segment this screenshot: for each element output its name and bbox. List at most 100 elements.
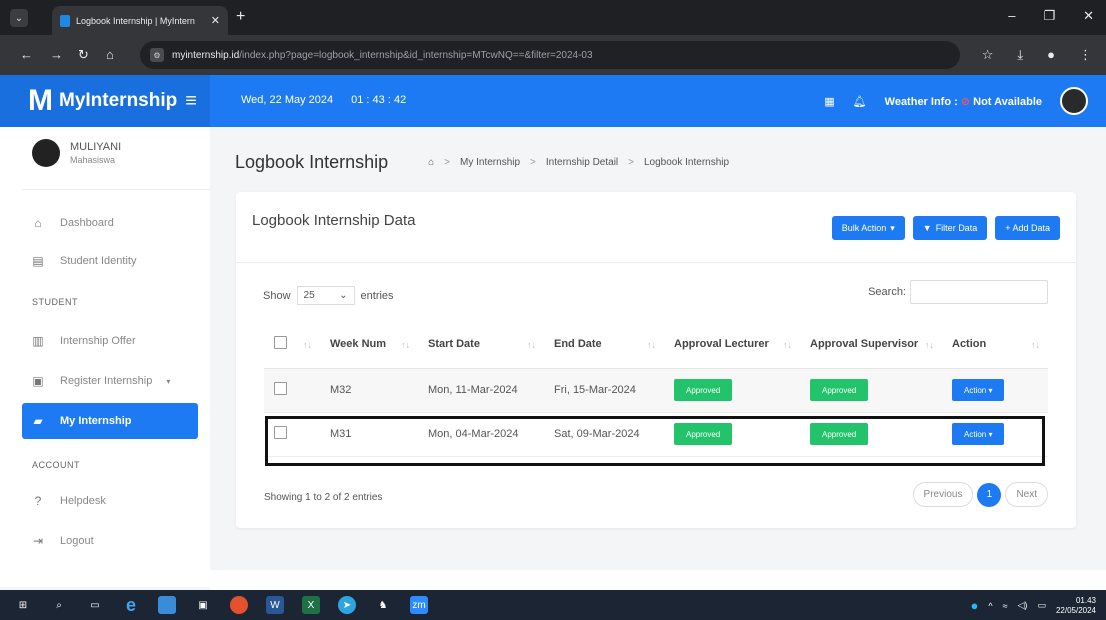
sidebar-item-register-internship[interactable]: ▣ Register Internship ▾ <box>0 363 210 399</box>
sidebar-item-internship-offer[interactable]: ▥ Internship Offer <box>0 323 210 359</box>
tab-search-button[interactable]: ⌄ <box>10 9 28 27</box>
sidebar-item-logout[interactable]: ⇥ Logout <box>0 523 210 559</box>
col-week-num[interactable]: Week Num ↑↓ <box>320 320 418 369</box>
highlight-box <box>265 416 1045 466</box>
not-available-icon: ⊘ <box>960 95 971 108</box>
sidebar: MULIYANI Mahasiswa ⌂ Dashboard ▤ Student… <box>0 127 210 587</box>
calendar-icon[interactable]: ▦ <box>824 95 834 108</box>
app-icon[interactable]: ♞ <box>374 596 392 614</box>
taskbar: ⊞ ⌕ ▭ e ▣ W X ➤ ♞ zm ● ^ ≈ ◁) ▭ 01.43 22… <box>0 590 1106 620</box>
col-approval-supervisor[interactable]: Approval Supervisor ↑↓ <box>800 320 942 369</box>
excel-icon[interactable]: X <box>302 596 320 614</box>
windows-start-icon[interactable]: ⊞ <box>14 596 32 614</box>
reload-icon[interactable]: ↻ <box>78 47 89 63</box>
browser-menu-icon[interactable]: ⋮ <box>1079 47 1092 63</box>
system-tray: ● ^ ≈ ◁) ▭ 01.43 22/05/2024 <box>970 596 1096 615</box>
url-text: myinternship.id/index.php?page=logbook_i… <box>172 49 593 61</box>
building-icon: ▥ <box>32 334 44 348</box>
user-name: MULIYANI <box>70 141 122 153</box>
col-action[interactable]: Action ↑↓ <box>942 320 1048 369</box>
sidebar-item-my-internship[interactable]: ▰ My Internship <box>22 403 198 439</box>
zoom-icon[interactable]: zm <box>410 596 428 614</box>
profile-icon[interactable]: ● <box>1047 47 1055 63</box>
divider <box>236 262 1076 263</box>
divider <box>22 189 210 190</box>
search-input[interactable] <box>910 280 1048 304</box>
photos-icon[interactable] <box>158 596 176 614</box>
row-action-button[interactable]: Action ▾ <box>952 379 1005 401</box>
edge-icon[interactable]: e <box>122 595 140 615</box>
notification-icon[interactable]: ▭ <box>1037 600 1046 611</box>
breadcrumb-item[interactable]: Internship Detail <box>546 157 618 168</box>
col-approval-lecturer[interactable]: Approval Lecturer ↑↓ <box>664 320 800 369</box>
bulk-action-button[interactable]: Bulk Action ▾ <box>831 216 905 240</box>
browser-tab-strip: ⌄ Logbook Internship | MyIntern ✕ + – ❐ … <box>0 0 1106 35</box>
header-time: 01 : 43 : 42 <box>351 94 407 106</box>
help-icon[interactable]: ● <box>970 598 978 613</box>
search-icon[interactable]: ⌕ <box>50 596 68 614</box>
user-role: Mahasiswa <box>70 155 116 165</box>
browser-tab[interactable]: Logbook Internship | MyIntern ✕ <box>52 6 228 35</box>
brand-logo-icon: M <box>28 84 53 117</box>
bookmark-star-icon[interactable]: ☆ <box>982 47 994 63</box>
app-header: M MyInternship ≡ Wed, 22 May 2024 01 : 4… <box>0 75 1106 127</box>
end-date-cell: Fri, 15-Mar-2024 <box>544 368 664 413</box>
wifi-icon[interactable]: ≈ <box>1003 601 1008 611</box>
site-info-icon[interactable]: ⚙ <box>150 48 164 62</box>
weather-info: Weather Info : ⊘ Not Available <box>884 95 1042 108</box>
entries-control: Show 25 ⌄ entries <box>263 286 394 305</box>
header-avatar[interactable] <box>1060 87 1088 115</box>
next-button[interactable]: Next <box>1005 482 1048 507</box>
row-checkbox[interactable] <box>274 382 287 395</box>
brand[interactable]: M MyInternship ≡ <box>0 75 210 127</box>
section-student: STUDENT <box>32 297 78 307</box>
home-browser-icon[interactable]: ⌂ <box>106 47 114 62</box>
page-header: Logbook Internship ⌂ > My Internship > I… <box>235 152 729 173</box>
system-clock[interactable]: 01.43 22/05/2024 <box>1056 596 1096 615</box>
telegram-icon[interactable]: ➤ <box>338 596 356 614</box>
volume-icon[interactable]: ◁) <box>1018 600 1028 611</box>
restore-icon[interactable]: ❐ <box>1043 8 1055 24</box>
lecturer-approved-badge: Approved <box>674 379 733 401</box>
site-favicon-icon <box>60 14 70 27</box>
page-1-button[interactable]: 1 <box>977 482 1002 507</box>
previous-button[interactable]: Previous <box>912 482 974 507</box>
id-card-icon: ▤ <box>32 254 44 268</box>
minimize-icon[interactable]: – <box>1008 8 1015 24</box>
task-view-icon[interactable]: ▭ <box>86 596 104 614</box>
add-data-button[interactable]: + Add Data <box>995 216 1060 240</box>
address-bar[interactable]: ⚙ myinternship.id/index.php?page=logbook… <box>140 41 960 69</box>
breadcrumb-item[interactable]: My Internship <box>460 157 520 168</box>
store-icon[interactable]: ▣ <box>194 596 212 614</box>
close-tab-icon[interactable]: ✕ <box>211 14 220 27</box>
pagination: Previous 1 Next <box>912 482 1048 507</box>
chevron-up-icon[interactable]: ^ <box>988 601 992 611</box>
filter-data-button[interactable]: ▼ Filter Data <box>912 216 988 240</box>
new-tab-button[interactable]: + <box>236 8 245 26</box>
card-title: Logbook Internship Data <box>252 212 416 229</box>
logout-icon: ⇥ <box>32 534 44 548</box>
entries-select[interactable]: 25 ⌄ <box>296 286 355 305</box>
col-end-date[interactable]: End Date ↑↓ <box>544 320 664 369</box>
chevron-down-icon: ▾ <box>166 376 171 386</box>
user-box: MULIYANI Mahasiswa <box>32 139 121 167</box>
sidebar-item-dashboard[interactable]: ⌂ Dashboard <box>0 205 210 241</box>
hamburger-menu-icon[interactable]: ≡ <box>185 90 197 113</box>
word-icon[interactable]: W <box>266 596 284 614</box>
sidebar-item-helpdesk[interactable]: ? Helpdesk <box>0 483 210 519</box>
chrome-icon[interactable] <box>230 596 248 614</box>
select-all-checkbox[interactable] <box>274 335 287 349</box>
forward-icon[interactable]: → <box>50 47 63 62</box>
close-window-icon[interactable]: ✕ <box>1083 8 1094 24</box>
breadcrumb-home-icon[interactable]: ⌂ <box>428 157 434 168</box>
week-cell: M32 <box>320 368 418 413</box>
sidebar-item-student-identity[interactable]: ▤ Student Identity <box>0 243 210 279</box>
download-icon[interactable]: ⤓ <box>1017 47 1023 63</box>
select-all-header: ↑↓ <box>264 320 320 369</box>
search-control: Search: <box>868 280 1048 304</box>
bell-icon[interactable]: 🔔︎ <box>853 95 867 108</box>
back-icon[interactable]: ← <box>20 47 33 62</box>
supervisor-approved-badge: Approved <box>810 379 869 401</box>
col-start-date[interactable]: Start Date ↑↓ <box>418 320 544 369</box>
footer <box>210 570 1106 590</box>
